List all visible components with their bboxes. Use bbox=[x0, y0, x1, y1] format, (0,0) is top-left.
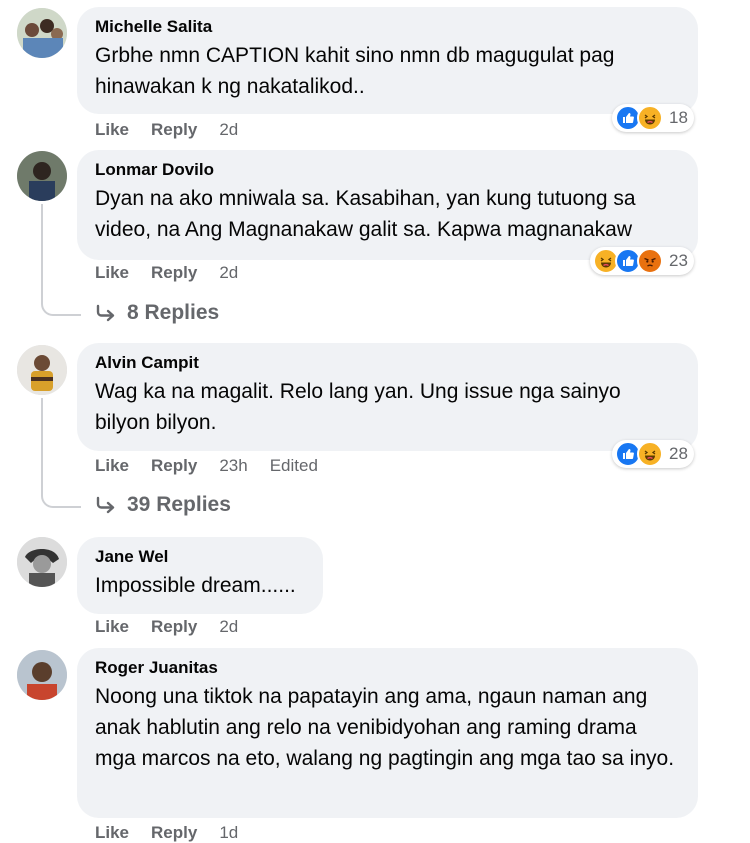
comment-actions: Like Reply 2d bbox=[95, 120, 260, 140]
avatar[interactable] bbox=[17, 650, 67, 700]
commenter-name[interactable]: Alvin Campit bbox=[95, 353, 680, 373]
comment-timestamp[interactable]: 2d bbox=[219, 120, 238, 140]
comment-text: Wag ka na magalit. Relo lang yan. Ung is… bbox=[95, 380, 621, 434]
edited-label[interactable]: Edited bbox=[270, 456, 318, 476]
comment-text: Grbhe nmn CAPTION kahit sino nmn db magu… bbox=[95, 44, 615, 98]
comment-timestamp[interactable]: 23h bbox=[219, 456, 247, 476]
comment-bubble: Michelle Salita Grbhe nmn CAPTION kahit … bbox=[77, 7, 698, 114]
view-replies-button[interactable]: 39 Replies bbox=[95, 493, 231, 517]
angry-icon bbox=[637, 248, 663, 274]
avatar[interactable] bbox=[17, 8, 67, 58]
like-button[interactable]: Like bbox=[95, 263, 129, 283]
like-button[interactable]: Like bbox=[95, 617, 129, 637]
reaction-summary[interactable]: 28 bbox=[612, 440, 694, 468]
avatar[interactable] bbox=[17, 345, 67, 395]
reaction-count: 18 bbox=[669, 108, 688, 127]
comment-timestamp[interactable]: 2d bbox=[219, 263, 238, 283]
comment-timestamp[interactable]: 1d bbox=[219, 823, 238, 843]
like-button[interactable]: Like bbox=[95, 456, 129, 476]
comment-actions: Like Reply 2d bbox=[95, 617, 260, 637]
avatar-photo-icon bbox=[17, 650, 67, 700]
commenter-name[interactable]: Lonmar Dovilo bbox=[95, 160, 680, 180]
reply-button[interactable]: Reply bbox=[151, 263, 197, 283]
comment-text: Dyan na ako mniwala sa. Kasabihan, yan k… bbox=[95, 187, 636, 241]
reply-arrow-icon bbox=[95, 496, 117, 514]
avatar-photo-icon bbox=[17, 8, 67, 58]
replies-label: 8 Replies bbox=[127, 301, 220, 324]
commenter-name[interactable]: Jane Wel bbox=[95, 547, 305, 567]
avatar-photo-icon bbox=[17, 537, 67, 587]
reply-button[interactable]: Reply bbox=[151, 120, 197, 140]
replies-label: 39 Replies bbox=[127, 493, 231, 516]
comment-bubble: Roger Juanitas Noong una tiktok na papat… bbox=[77, 648, 698, 818]
comment-bubble: Alvin Campit Wag ka na magalit. Relo lan… bbox=[77, 343, 698, 451]
thread-connector bbox=[41, 296, 81, 316]
comment-bubble: Jane Wel Impossible dream...... bbox=[77, 537, 323, 614]
avatar[interactable] bbox=[17, 151, 67, 201]
reaction-count: 23 bbox=[669, 251, 688, 270]
commenter-name[interactable]: Roger Juanitas bbox=[95, 658, 680, 678]
reply-button[interactable]: Reply bbox=[151, 617, 197, 637]
thread-line bbox=[41, 398, 43, 490]
thread-line bbox=[41, 204, 43, 298]
reply-arrow-icon bbox=[95, 304, 117, 322]
reply-button[interactable]: Reply bbox=[151, 456, 197, 476]
comment-actions: Like Reply 2d bbox=[95, 263, 260, 283]
reaction-summary[interactable]: 23 bbox=[590, 247, 694, 275]
commenter-name[interactable]: Michelle Salita bbox=[95, 17, 680, 37]
reaction-count: 28 bbox=[669, 444, 688, 463]
thread-connector bbox=[41, 488, 81, 508]
comment-text: Noong una tiktok na papatayin ang ama, n… bbox=[95, 685, 675, 770]
comment-bubble: Lonmar Dovilo Dyan na ako mniwala sa. Ka… bbox=[77, 150, 698, 260]
view-replies-button[interactable]: 8 Replies bbox=[95, 301, 219, 325]
like-button[interactable]: Like bbox=[95, 823, 129, 843]
comment-actions: Like Reply 23h Edited bbox=[95, 456, 318, 476]
comment-text: Impossible dream...... bbox=[95, 574, 296, 597]
reply-button[interactable]: Reply bbox=[151, 823, 197, 843]
haha-icon bbox=[637, 105, 663, 131]
reaction-summary[interactable]: 18 bbox=[612, 104, 694, 132]
like-button[interactable]: Like bbox=[95, 120, 129, 140]
avatar-photo-icon bbox=[17, 345, 67, 395]
avatar[interactable] bbox=[17, 537, 67, 587]
comment-actions: Like Reply 1d bbox=[95, 823, 260, 843]
comment-timestamp[interactable]: 2d bbox=[219, 617, 238, 637]
haha-icon bbox=[637, 441, 663, 467]
avatar-photo-icon bbox=[17, 151, 67, 201]
